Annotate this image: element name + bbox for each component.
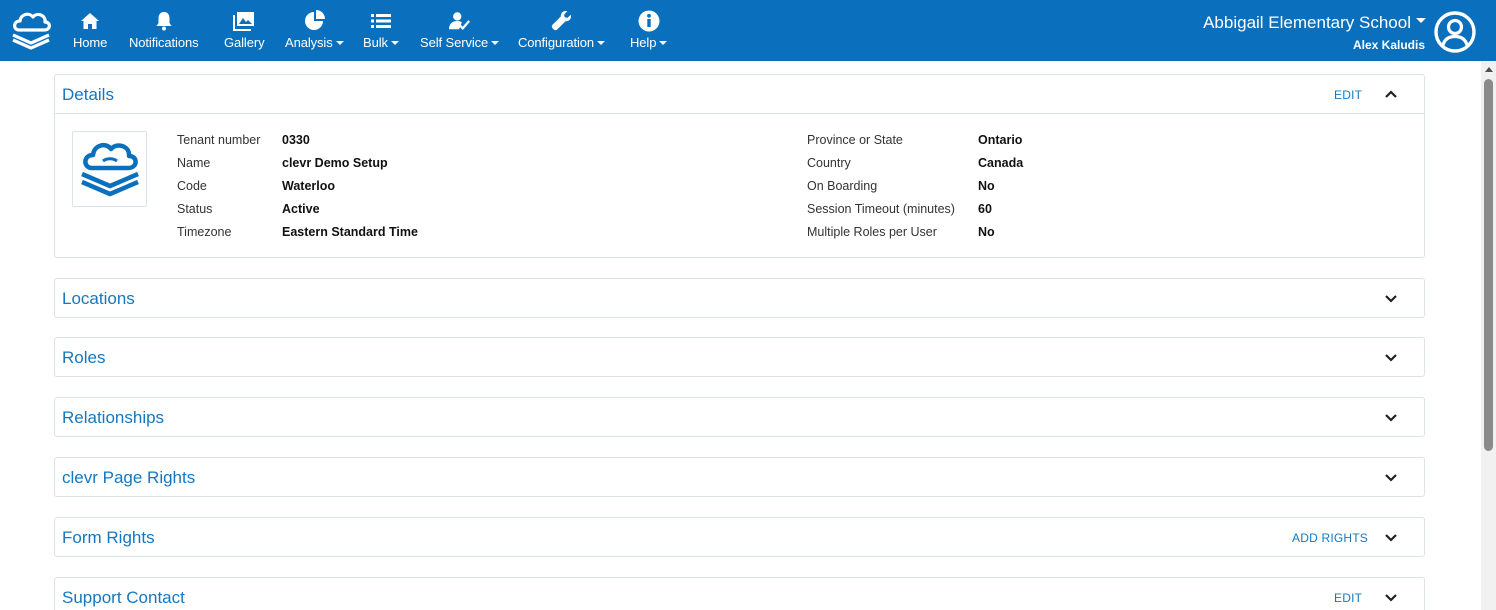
nav-configuration[interactable]: Configuration xyxy=(518,10,606,54)
page-scrollbar[interactable] xyxy=(1481,61,1496,610)
field-label-tenant-number: Tenant number xyxy=(177,133,261,147)
nav-bulk-label: Bulk xyxy=(363,35,399,50)
chevron-down-icon xyxy=(659,40,668,45)
nav-configuration-label: Configuration xyxy=(518,35,606,50)
field-value-province: Ontario xyxy=(978,133,1023,147)
nav-home[interactable]: Home xyxy=(73,10,107,54)
field-value-multiple-roles: No xyxy=(978,225,995,239)
chevron-down-icon[interactable] xyxy=(1384,410,1398,424)
chevron-down-icon xyxy=(390,40,399,45)
roles-title[interactable]: Roles xyxy=(62,348,105,368)
nav-analysis-label: Analysis xyxy=(285,35,344,50)
chevron-down-icon[interactable] xyxy=(1384,590,1398,604)
field-label-province: Province or State xyxy=(807,133,903,147)
details-title[interactable]: Details xyxy=(62,85,114,105)
nav-notifications-label: Notifications xyxy=(129,35,199,50)
bell-icon xyxy=(153,10,175,32)
field-value-on-boarding: No xyxy=(978,179,995,193)
user-name: Alex Kaludis xyxy=(1352,38,1425,52)
nav-self-service[interactable]: Self Service xyxy=(420,10,500,54)
user-circle-icon[interactable] xyxy=(1434,11,1476,53)
nav-help-label: Help xyxy=(630,35,668,50)
nav-notifications[interactable]: Notifications xyxy=(129,10,199,54)
field-value-status: Active xyxy=(282,202,320,216)
field-label-multiple-roles: Multiple Roles per User xyxy=(807,225,937,239)
details-panel-header[interactable]: Details EDIT xyxy=(55,75,1424,113)
chevron-down-icon[interactable] xyxy=(1384,470,1398,484)
roles-panel[interactable]: Roles xyxy=(54,337,1425,377)
tenant-logo xyxy=(72,131,147,207)
field-label-country: Country xyxy=(807,156,851,170)
details-panel: Details EDIT Tenant number 0330 Name cle… xyxy=(54,74,1425,258)
chevron-up-icon[interactable] xyxy=(1384,87,1398,101)
locations-panel[interactable]: Locations xyxy=(54,278,1425,318)
add-rights-button[interactable]: ADD RIGHTS xyxy=(1292,531,1368,545)
scroll-up-arrow-icon[interactable] xyxy=(1485,67,1493,72)
field-value-name: clevr Demo Setup xyxy=(282,156,388,170)
list-icon xyxy=(370,10,392,32)
wrench-icon xyxy=(551,10,573,32)
page-rights-panel[interactable]: clevr Page Rights xyxy=(54,457,1425,497)
school-selector[interactable]: Abbigail Elementary School xyxy=(1203,13,1426,33)
field-label-status: Status xyxy=(177,202,213,216)
image-icon xyxy=(233,10,255,32)
info-icon xyxy=(638,10,660,32)
form-rights-panel[interactable]: Form Rights ADD RIGHTS xyxy=(54,517,1425,557)
field-value-code: Waterloo xyxy=(282,179,336,193)
support-contact-edit-button[interactable]: EDIT xyxy=(1334,591,1362,605)
details-body: Tenant number 0330 Name clevr Demo Setup… xyxy=(55,113,1424,257)
chevron-down-icon xyxy=(1416,18,1426,24)
field-value-country: Canada xyxy=(978,156,1024,170)
clevr-cloud-logo-icon xyxy=(80,142,139,197)
field-label-code: Code xyxy=(177,179,207,193)
relationships-panel[interactable]: Relationships xyxy=(54,397,1425,437)
support-contact-title[interactable]: Support Contact xyxy=(62,588,185,608)
field-label-on-boarding: On Boarding xyxy=(807,179,878,193)
field-value-session-timeout: 60 xyxy=(978,202,992,216)
chevron-down-icon[interactable] xyxy=(1384,291,1398,305)
details-edit-button[interactable]: EDIT xyxy=(1334,88,1362,102)
chevron-down-icon xyxy=(491,40,500,45)
chevron-down-icon[interactable] xyxy=(1384,350,1398,364)
school-name: Abbigail Elementary School xyxy=(1203,13,1411,32)
chevron-down-icon xyxy=(597,40,606,45)
chevron-down-icon[interactable] xyxy=(1384,530,1398,544)
clevr-cloud-logo-icon[interactable] xyxy=(10,9,52,53)
nav-bulk[interactable]: Bulk xyxy=(363,10,399,54)
nav-analysis[interactable]: Analysis xyxy=(285,10,344,54)
nav-self-service-label: Self Service xyxy=(420,35,500,50)
nav-help[interactable]: Help xyxy=(630,10,668,54)
user-check-icon xyxy=(448,10,471,32)
page-rights-title[interactable]: clevr Page Rights xyxy=(62,468,195,488)
top-navbar: Home Notifications Gallery Analysis Bulk… xyxy=(0,0,1496,61)
nav-gallery[interactable]: Gallery xyxy=(224,10,265,54)
field-label-timezone: Timezone xyxy=(177,225,232,239)
support-contact-panel[interactable]: Support Contact EDIT xyxy=(54,577,1425,610)
field-label-session-timeout: Session Timeout (minutes) xyxy=(807,202,955,216)
locations-title[interactable]: Locations xyxy=(62,289,135,309)
field-value-tenant-number: 0330 xyxy=(282,133,310,147)
chevron-down-icon xyxy=(335,40,344,45)
home-icon xyxy=(79,10,101,32)
field-value-timezone: Eastern Standard Time xyxy=(282,225,418,239)
nav-gallery-label: Gallery xyxy=(224,35,265,50)
field-label-name: Name xyxy=(177,156,211,170)
relationships-title[interactable]: Relationships xyxy=(62,408,164,428)
scrollbar-thumb[interactable] xyxy=(1484,79,1493,451)
pie-chart-icon xyxy=(303,10,326,32)
form-rights-title[interactable]: Form Rights xyxy=(62,528,155,548)
nav-home-label: Home xyxy=(73,35,108,50)
